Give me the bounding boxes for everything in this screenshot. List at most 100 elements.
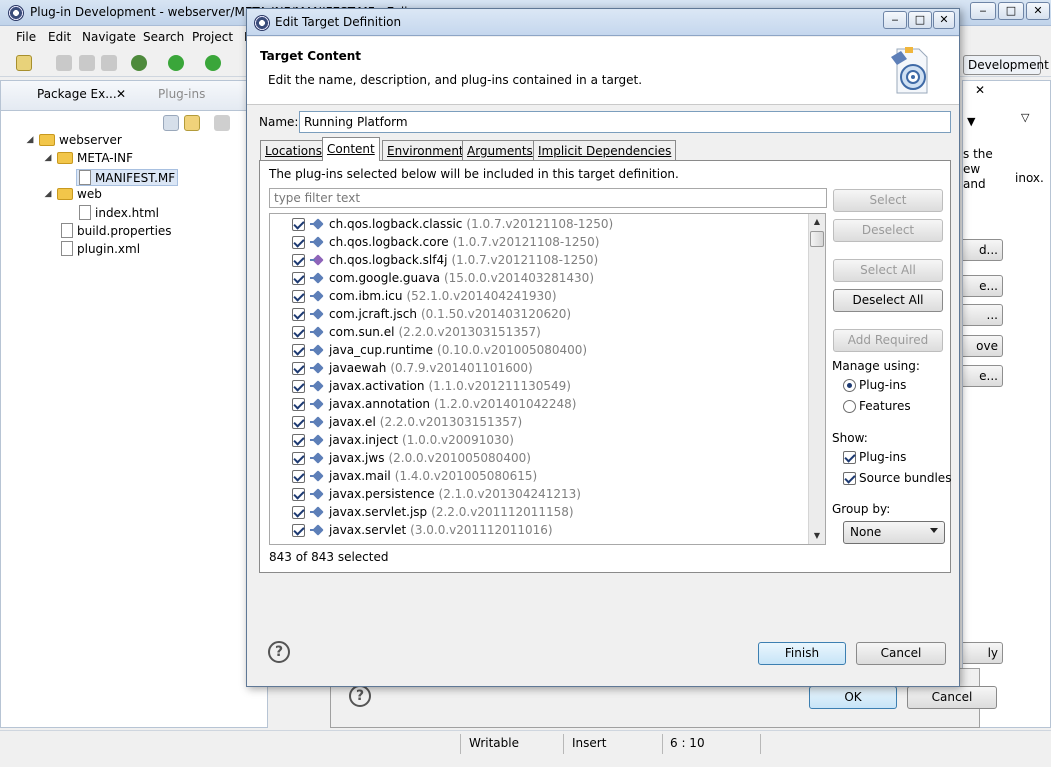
debug-icon[interactable] <box>131 55 147 71</box>
plugin-row[interactable]: ch.qos.logback.classic (1.0.7.v20121108-1… <box>292 215 613 233</box>
plugin-list[interactable]: ch.qos.logback.classic (1.0.7.v20121108-1… <box>269 213 826 545</box>
apply-button[interactable]: ly <box>963 642 1003 664</box>
plugin-checkbox[interactable] <box>292 379 305 393</box>
add-required-button[interactable]: Add Required <box>833 329 943 352</box>
new-icon[interactable] <box>16 55 32 71</box>
select-button[interactable]: Select <box>833 189 943 212</box>
plugin-row[interactable]: javax.servlet.jsp (2.2.0.v201112011158) <box>292 503 574 521</box>
filter-input[interactable] <box>269 188 827 208</box>
close-icon[interactable]: ✕ <box>975 83 985 97</box>
plugin-checkbox[interactable] <box>292 469 305 483</box>
plugin-row[interactable]: com.jcraft.jsch (0.1.50.v201403120620) <box>292 305 571 323</box>
manage-features-radio[interactable] <box>843 400 856 413</box>
dialog-close-button[interactable]: ✕ <box>933 11 955 29</box>
group-by-select[interactable]: None <box>843 521 945 544</box>
show-plugins-checkbox[interactable] <box>843 451 856 464</box>
right-button-1[interactable]: d... <box>963 239 1003 261</box>
plugin-checkbox[interactable] <box>292 343 305 357</box>
deselect-button[interactable]: Deselect <box>833 219 943 242</box>
menu-navigate[interactable]: Navigate <box>82 30 136 44</box>
tab-package-explorer[interactable]: Package Ex... <box>37 87 117 101</box>
right-button-3[interactable]: ... <box>963 304 1003 326</box>
plugin-checkbox[interactable] <box>292 397 305 411</box>
main-close-button[interactable]: ✕ <box>1026 2 1050 20</box>
tree-item-build-properties[interactable]: build.properties <box>61 223 172 238</box>
tab-locations[interactable]: Locations <box>260 140 328 160</box>
plugin-checkbox[interactable] <box>292 523 305 537</box>
manage-features-label[interactable]: Features <box>859 399 911 413</box>
plugin-row[interactable]: javax.el (2.2.0.v201303151357) <box>292 413 522 431</box>
expand-arrow-icon[interactable]: ◢ <box>43 153 53 163</box>
tree-item-web[interactable]: ◢ web <box>43 187 102 201</box>
plugin-row[interactable]: com.ibm.icu (52.1.0.v201404241930) <box>292 287 557 305</box>
tab-implicit-dependencies[interactable]: Implicit Dependencies <box>533 140 677 160</box>
print-icon[interactable] <box>101 55 117 71</box>
right-button-2[interactable]: e... <box>963 275 1003 297</box>
scroll-down-arrow[interactable]: ▼ <box>809 528 825 544</box>
tree-item-index-html[interactable]: index.html <box>79 205 159 220</box>
save-icon[interactable] <box>56 55 72 71</box>
plugin-checkbox[interactable] <box>292 415 305 429</box>
select-all-button[interactable]: Select All <box>833 259 943 282</box>
scroll-up-arrow[interactable]: ▲ <box>809 214 825 230</box>
plugin-row[interactable]: com.sun.el (2.2.0.v201303151357) <box>292 323 541 341</box>
plugin-checkbox[interactable] <box>292 289 305 303</box>
plugin-row[interactable]: javax.inject (1.0.0.v20091030) <box>292 431 514 449</box>
scroll-thumb[interactable] <box>810 231 824 247</box>
show-plugins-label[interactable]: Plug-ins <box>859 450 906 464</box>
perspective-development-button[interactable]: Development <box>963 55 1049 75</box>
target-name-input[interactable] <box>299 111 951 133</box>
plugin-row[interactable]: javax.servlet (3.0.0.v201112011016) <box>292 521 553 539</box>
plugin-row[interactable]: javax.persistence (2.1.0.v201304241213) <box>292 485 581 503</box>
plugin-checkbox[interactable] <box>292 325 305 339</box>
chevron-down-icon[interactable]: ▽ <box>1021 111 1029 124</box>
main-minimize-button[interactable]: ‒ <box>970 2 996 20</box>
pref-cancel-button[interactable]: Cancel <box>907 686 997 709</box>
tree-item-webserver[interactable]: ◢ webserver <box>25 133 122 147</box>
plugin-row[interactable]: javax.activation (1.1.0.v201211130549) <box>292 377 571 395</box>
dialog-minimize-button[interactable]: ‒ <box>883 11 907 29</box>
finish-button[interactable]: Finish <box>758 642 846 665</box>
tree-item-plugin-xml[interactable]: plugin.xml <box>61 241 140 256</box>
run-icon[interactable] <box>168 55 184 71</box>
close-icon[interactable]: ✕ <box>116 87 126 101</box>
plugin-row[interactable]: javax.jws (2.0.0.v201005080400) <box>292 449 531 467</box>
save-all-icon[interactable] <box>79 55 95 71</box>
plugin-row[interactable]: javax.mail (1.4.0.v201005080615) <box>292 467 537 485</box>
collapse-all-icon[interactable] <box>163 115 179 131</box>
plugin-checkbox[interactable] <box>292 505 305 519</box>
plugin-row[interactable]: java_cup.runtime (0.10.0.v201005080400) <box>292 341 587 359</box>
plugin-row[interactable]: javaewah (0.7.9.v201401101600) <box>292 359 533 377</box>
plugin-list-scrollbar[interactable]: ▲ ▼ <box>808 214 825 544</box>
plugin-row[interactable]: com.google.guava (15.0.0.v201403281430) <box>292 269 594 287</box>
dialog-maximize-button[interactable]: □ <box>908 11 932 29</box>
plugin-row[interactable]: ch.qos.logback.slf4j (1.0.7.v20121108-125… <box>292 251 598 269</box>
deselect-all-button[interactable]: Deselect All <box>833 289 943 312</box>
expand-arrow-icon[interactable]: ◢ <box>25 135 35 145</box>
tab-content[interactable]: Content <box>322 137 380 161</box>
menu-edit[interactable]: Edit <box>48 30 71 44</box>
show-source-bundles-checkbox[interactable] <box>843 472 856 485</box>
plugin-checkbox[interactable] <box>292 253 305 267</box>
external-tools-icon[interactable] <box>205 55 221 71</box>
menu-file[interactable]: File <box>16 30 36 44</box>
show-source-bundles-label[interactable]: Source bundles <box>859 471 951 485</box>
cancel-button[interactable]: Cancel <box>856 642 946 665</box>
chevron-down-icon[interactable]: ▼ <box>967 115 975 128</box>
plugin-checkbox[interactable] <box>292 217 305 231</box>
plugin-row[interactable]: ch.qos.logback.core (1.0.7.v20121108-1250… <box>292 233 599 251</box>
plugin-row[interactable]: javax.annotation (1.2.0.v201401042248) <box>292 395 576 413</box>
manage-plugins-label[interactable]: Plug-ins <box>859 378 906 392</box>
tab-environment[interactable]: Environment <box>382 140 469 160</box>
ok-button[interactable]: OK <box>809 686 897 709</box>
plugin-checkbox[interactable] <box>292 451 305 465</box>
manage-plugins-radio[interactable] <box>843 379 856 392</box>
help-icon[interactable]: ? <box>268 641 290 663</box>
link-with-editor-icon[interactable] <box>184 115 200 131</box>
tab-plug-ins[interactable]: Plug-ins <box>158 87 205 101</box>
plugin-checkbox[interactable] <box>292 487 305 501</box>
menu-project[interactable]: Project <box>192 30 233 44</box>
help-icon[interactable]: ? <box>349 685 371 707</box>
expand-arrow-icon[interactable]: ◢ <box>43 189 53 199</box>
tab-arguments[interactable]: Arguments <box>462 140 538 160</box>
